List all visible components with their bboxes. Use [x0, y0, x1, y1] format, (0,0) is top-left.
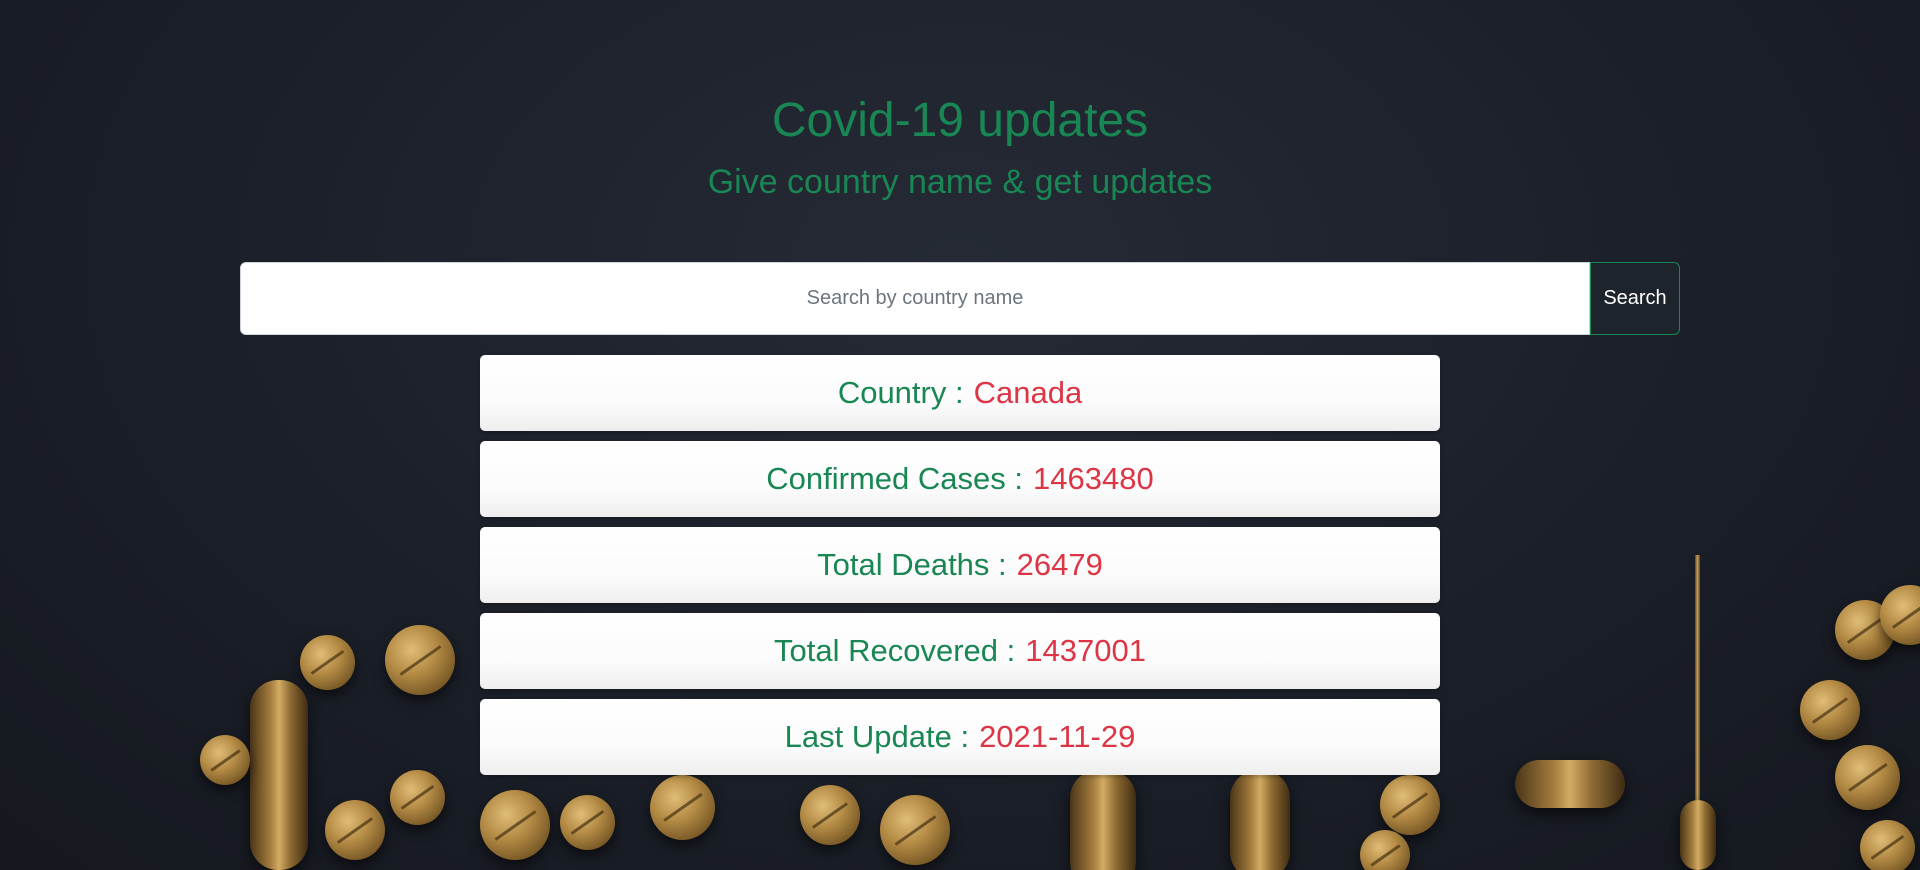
result-label: Total Deaths :: [817, 547, 1007, 582]
result-label: Country :: [837, 375, 964, 410]
result-country: Country : Canada: [480, 355, 1440, 431]
main-content: Covid-19 updates Give country name & get…: [0, 0, 1920, 870]
results-list: Country : Canada Confirmed Cases : 14634…: [480, 355, 1440, 785]
search-button[interactable]: Search: [1590, 262, 1680, 335]
result-value: 1437001: [1025, 633, 1146, 668]
result-total-deaths: Total Deaths : 26479: [480, 527, 1440, 603]
search-input[interactable]: [240, 262, 1590, 335]
result-value: 26479: [1016, 547, 1103, 582]
result-last-update: Last Update : 2021-11-29: [480, 699, 1440, 775]
result-label: Last Update :: [784, 719, 970, 754]
result-confirmed-cases: Confirmed Cases : 1463480: [480, 441, 1440, 517]
search-bar: Search: [240, 262, 1680, 335]
page-title: Covid-19 updates: [771, 94, 1149, 147]
result-label: Total Recovered :: [774, 633, 1016, 668]
page-subtitle: Give country name & get updates: [707, 163, 1213, 201]
result-total-recovered: Total Recovered : 1437001: [480, 613, 1440, 689]
result-value: 2021-11-29: [979, 719, 1136, 754]
result-value: Canada: [973, 375, 1083, 410]
result-value: 1463480: [1033, 461, 1154, 496]
result-label: Confirmed Cases :: [766, 461, 1024, 496]
